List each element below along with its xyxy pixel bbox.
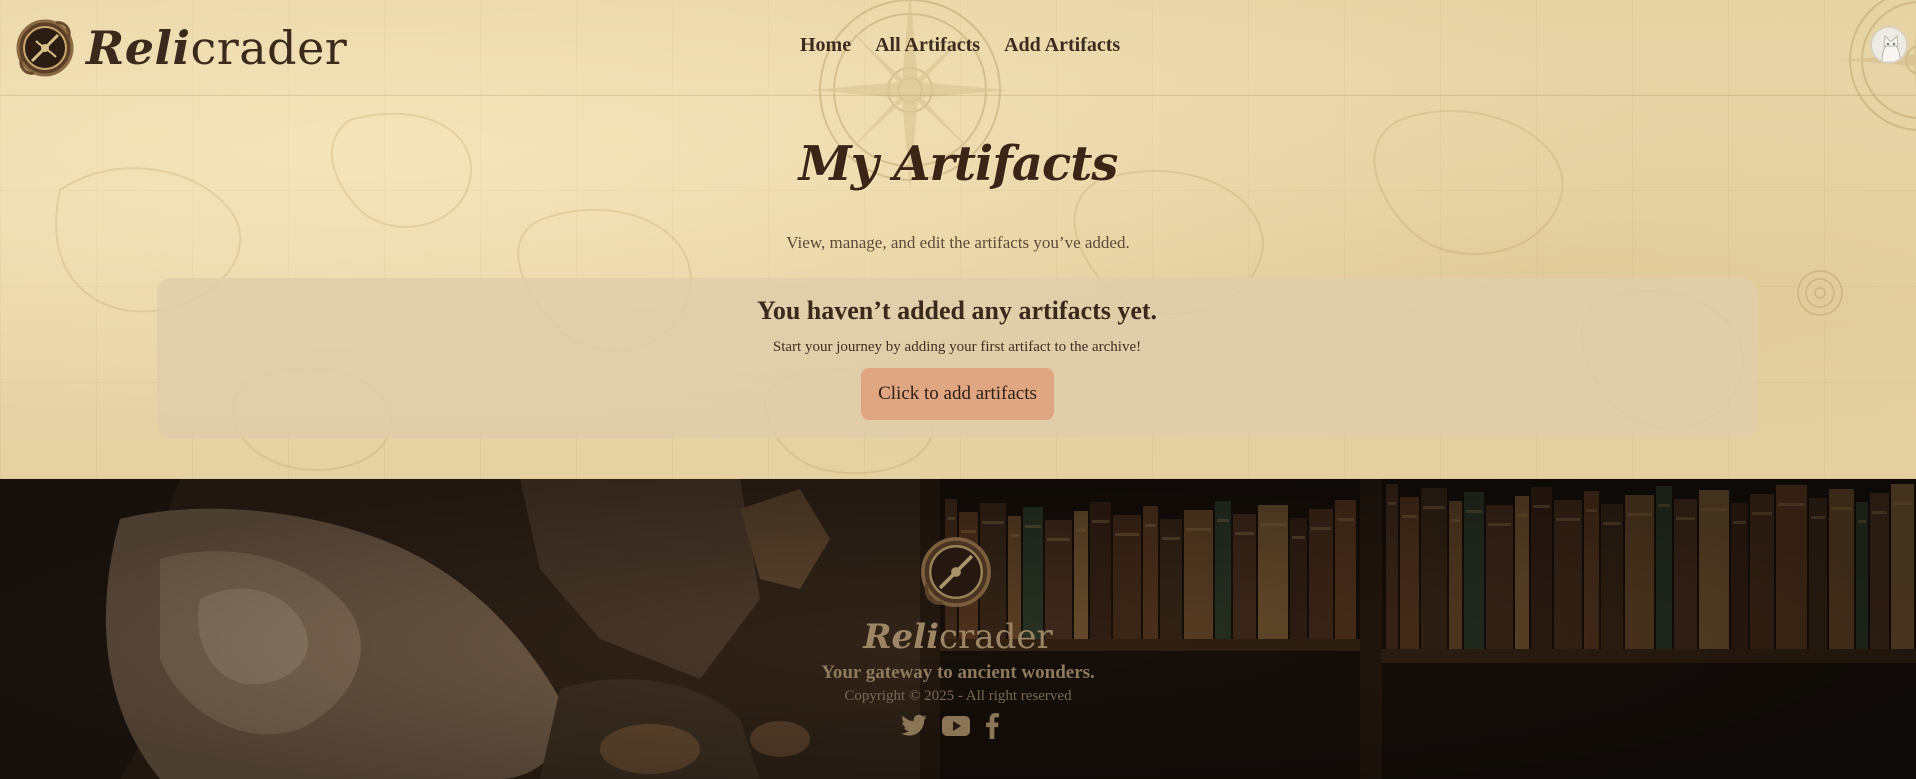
brand-name: Relicrader (86, 25, 347, 71)
page-title: My Artifacts (798, 136, 1119, 192)
main-nav: Home All Artifacts Add Artifacts (800, 34, 1120, 57)
compass-emblem-icon (16, 19, 74, 77)
footer-brand-part2: crader (939, 617, 1053, 657)
empty-state-card: You haven’t added any artifacts yet. Sta… (157, 278, 1757, 438)
footer-copyright: Copyright © 2025 - All right reserved (844, 688, 1072, 704)
footer-brand: Relicrader (0, 617, 1916, 657)
social-links (900, 712, 1020, 744)
brand-name-part1: Reli (86, 21, 191, 75)
footer-brand-part1: Reli (863, 617, 939, 657)
facebook-icon[interactable] (984, 713, 1000, 743)
nav-link-all-artifacts[interactable]: All Artifacts (875, 34, 980, 57)
empty-state-title: You haven’t added any artifacts yet. (756, 296, 1158, 325)
twitter-icon[interactable] (900, 714, 928, 742)
footer-tagline: Your gateway to ancient wonders. (821, 662, 1095, 683)
brand-name-part2: crader (190, 21, 348, 75)
compass-emblem-icon (921, 537, 991, 607)
cat-avatar-icon (1872, 28, 1906, 62)
brand-logo[interactable]: Relicrader (14, 16, 347, 80)
nav-link-add-artifacts[interactable]: Add Artifacts (1004, 34, 1120, 57)
page-subtitle: View, manage, and edit the artifacts you… (786, 233, 1130, 252)
site-footer: Relicrader Your gateway to ancient wonde… (0, 479, 1916, 779)
nav-link-home[interactable]: Home (800, 34, 851, 57)
youtube-icon[interactable] (942, 715, 970, 741)
add-artifacts-button[interactable]: Click to add artifacts (861, 368, 1054, 420)
user-avatar[interactable] (1870, 26, 1908, 64)
site-header: Relicrader Home All Artifacts Add Artifa… (0, 0, 1916, 96)
empty-state-text: Start your journey by adding your first … (772, 339, 1142, 355)
